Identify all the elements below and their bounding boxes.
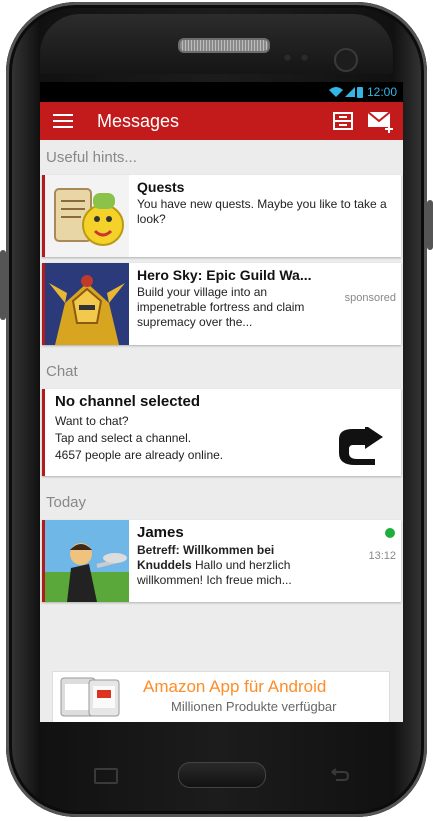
sender-name: James xyxy=(137,524,184,541)
online-status-dot xyxy=(385,528,395,538)
message-card-james[interactable]: James Betreff: Willkommen bei Knuddels H… xyxy=(42,520,401,602)
action-bar: Messages xyxy=(40,102,403,140)
wifi-icon xyxy=(328,87,343,97)
sponsored-badge: sponsored xyxy=(344,292,396,304)
page-title: Messages xyxy=(97,110,180,131)
hardware-back-key-icon xyxy=(331,768,350,781)
light-sensor xyxy=(300,53,309,62)
channel-list-icon[interactable] xyxy=(333,112,353,130)
section-header-today: Today xyxy=(46,494,87,511)
card-title: No channel selected xyxy=(55,393,201,410)
power-button xyxy=(427,200,433,250)
hero-sky-thumbnail xyxy=(45,263,129,345)
status-bar: 12:00 xyxy=(40,82,403,102)
quest-scroll-icon xyxy=(45,175,129,257)
enter-chat-arrow-icon[interactable] xyxy=(335,427,387,467)
sponsored-card[interactable]: Hero Sky: Epic Guild Wa... Build your vi… xyxy=(42,263,401,345)
card-title: Quests xyxy=(137,179,185,195)
screen: 12:00 Messages Useful hints... Quests Yo… xyxy=(40,82,403,722)
section-header-chat: Chat xyxy=(46,363,78,380)
ad-subline: Millionen Produkte verfügbar xyxy=(171,699,337,714)
ad-banner[interactable]: Amazon App für Android Millionen Produkt… xyxy=(52,671,390,722)
card-text: Build your village into an impenetrable … xyxy=(137,285,305,329)
ad-headline: Amazon App für Android xyxy=(143,677,327,696)
message-preview: Betreff: Willkommen bei Knuddels Hallo u… xyxy=(137,543,307,588)
card-text: You have new quests. Maybe you like to t… xyxy=(137,197,387,226)
hero-knight-icon xyxy=(45,263,129,345)
menu-icon[interactable] xyxy=(53,114,73,128)
card-title: Hero Sky: Epic Guild Wa... xyxy=(137,267,312,283)
ad-phone-image xyxy=(60,677,120,717)
new-message-icon[interactable] xyxy=(367,109,395,133)
signal-icon xyxy=(344,87,355,97)
battery-icon xyxy=(356,86,363,98)
action-bar-actions xyxy=(333,109,395,133)
proximity-sensor xyxy=(283,53,292,62)
volume-button xyxy=(0,250,6,320)
quests-thumbnail xyxy=(45,175,129,257)
section-header-hints: Useful hints... xyxy=(46,149,137,166)
hardware-home-button xyxy=(178,762,266,788)
quests-card[interactable]: Quests You have new quests. Maybe you li… xyxy=(42,175,401,257)
avatar-butler-icon xyxy=(45,520,129,602)
quests-body: Quests You have new quests. Maybe you li… xyxy=(137,179,395,227)
avatar xyxy=(45,520,129,602)
chat-channel-card[interactable]: No channel selected Want to chat? Tap an… xyxy=(42,389,401,476)
earpiece-speaker xyxy=(178,38,270,53)
front-camera xyxy=(334,48,358,72)
status-icons xyxy=(328,86,363,98)
clock: 12:00 xyxy=(366,85,397,99)
message-body: James Betreff: Willkommen bei Knuddels H… xyxy=(137,524,395,588)
message-timestamp: 13:12 xyxy=(368,550,396,562)
hardware-menu-key xyxy=(94,768,118,784)
